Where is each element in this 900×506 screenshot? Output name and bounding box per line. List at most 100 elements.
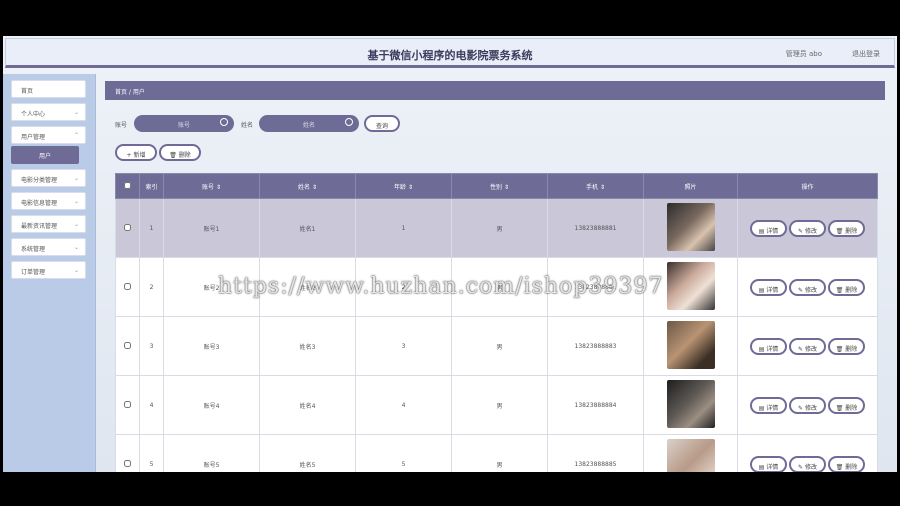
cell-name: 姓名5 [259, 434, 356, 472]
sidebar-item-profile[interactable]: 个人中心 ⌄ [11, 103, 86, 121]
sidebar-item-label: 电影分类管理 [21, 177, 58, 184]
app-screen: 基于微信小程序的电影院票务系统 管理员 abo 退出登录 首页 个人中心 ⌄ 用户… [3, 36, 897, 472]
sidebar-item-label: 用户管理 [21, 134, 46, 141]
sidebar-item-label: 最新资讯管理 [21, 223, 58, 230]
detail-button[interactable]: ▤ 详情 [750, 396, 787, 414]
row-checkbox[interactable] [124, 341, 131, 349]
delete-button[interactable]: 🗑 删除 [828, 337, 865, 355]
column-header-index: 索引 [139, 173, 164, 199]
add-button[interactable]: + 新增 [115, 144, 157, 161]
edit-button[interactable]: ✎ 修改 [789, 337, 826, 355]
cell-age: 3 [355, 316, 452, 376]
edit-button[interactable]: ✎ 修改 [789, 219, 826, 237]
cell-name: 姓名1 [259, 198, 356, 258]
account-search-input[interactable]: 账号 [134, 115, 234, 132]
cell-photo [643, 198, 738, 258]
cell-account: 账号3 [163, 316, 260, 376]
sidebar-item-label: 个人中心 [21, 111, 46, 118]
delete-button[interactable]: 🗑 删除 [828, 278, 865, 296]
name-search-label: 姓名 [241, 122, 254, 129]
delete-button[interactable]: 🗑 删除 [828, 219, 865, 237]
column-header-account[interactable]: 账号 ⇕ [163, 173, 260, 199]
user-photo[interactable] [666, 203, 715, 251]
sidebar-item-system[interactable]: 系统管理 ⌄ [11, 238, 86, 256]
select-all-checkbox[interactable] [124, 181, 131, 189]
cell-phone: 13823888881 [547, 198, 644, 258]
cell-index: 1 [139, 198, 164, 258]
admin-user-label: 管理员 abo [785, 50, 822, 58]
name-search-placeholder: 姓名 [302, 122, 315, 129]
delete-button[interactable]: 🗑 删除 [828, 396, 865, 414]
row-checkbox[interactable] [124, 223, 131, 231]
detail-button[interactable]: ▤ 详情 [750, 455, 787, 472]
cell-index: 3 [139, 316, 164, 376]
chevron-up-icon: ⌃ [73, 132, 79, 139]
chevron-down-icon: ⌄ [73, 267, 79, 274]
edit-button[interactable]: ✎ 修改 [789, 396, 826, 414]
cell-photo [643, 375, 738, 435]
sidebar-subitem-user[interactable]: 用户 [11, 146, 79, 164]
cell-account: 账号5 [163, 434, 260, 472]
edit-button[interactable]: ✎ 修改 [789, 455, 826, 472]
column-header-age[interactable]: 年龄 ⇕ [355, 173, 452, 199]
query-button[interactable]: 查询 [364, 115, 400, 132]
row-checkbox[interactable] [124, 459, 131, 467]
user-photo[interactable] [666, 380, 715, 428]
column-header-name[interactable]: 姓名 ⇕ [259, 173, 356, 199]
cell-gender: 男 [451, 198, 548, 258]
name-search-input[interactable]: 姓名 [259, 115, 359, 132]
cell-age: 4 [355, 375, 452, 435]
table-row[interactable]: 5 账号5 姓名5 5 男 13823888885 ▤ 详情 ✎ 修改 🗑 删除 [115, 434, 878, 472]
logout-link[interactable]: 退出登录 [852, 49, 880, 59]
cell-index: 4 [139, 375, 164, 435]
cell-account: 账号1 [163, 198, 260, 258]
select-all-header[interactable] [115, 173, 140, 199]
cell-gender: 男 [451, 375, 548, 435]
watermark-text: https://www.huzhan.com/ishop39397 [218, 274, 664, 299]
row-select-cell[interactable] [115, 375, 140, 435]
cell-actions: ▤ 详情 ✎ 修改 🗑 删除 [737, 375, 878, 435]
row-select-cell[interactable] [115, 434, 140, 472]
cell-gender: 男 [451, 316, 548, 376]
column-header-gender[interactable]: 性别 ⇕ [451, 173, 548, 199]
row-select-cell[interactable] [115, 257, 140, 317]
row-checkbox[interactable] [124, 282, 131, 290]
user-photo[interactable] [666, 262, 715, 310]
user-photo[interactable] [666, 439, 715, 472]
edit-button[interactable]: ✎ 修改 [789, 278, 826, 296]
cell-actions: ▤ 详情 ✎ 修改 🗑 删除 [737, 198, 878, 258]
sidebar-item-orders[interactable]: 订单管理 ⌄ [11, 261, 86, 279]
account-search-placeholder: 账号 [177, 122, 190, 129]
delete-button[interactable]: 🗑 删除 [828, 455, 865, 472]
detail-button[interactable]: ▤ 详情 [750, 219, 787, 237]
table-row[interactable]: 1 账号1 姓名1 1 男 13823888881 ▤ 详情 ✎ 修改 🗑 删除 [115, 198, 878, 258]
batch-delete-button[interactable]: 🗑 删除 [159, 144, 201, 161]
cell-phone: 13823888883 [547, 316, 644, 376]
breadcrumb: 首页 / 用户 [105, 81, 885, 100]
account-search-label: 账号 [115, 122, 128, 129]
cell-gender: 男 [451, 434, 548, 472]
user-photo[interactable] [666, 321, 715, 369]
sidebar-item-home[interactable]: 首页 [11, 80, 86, 98]
column-header-photo: 照片 [643, 173, 738, 199]
cell-phone: 13823888885 [547, 434, 644, 472]
row-checkbox[interactable] [124, 400, 131, 408]
table-row[interactable]: 4 账号4 姓名4 4 男 13823888884 ▤ 详情 ✎ 修改 🗑 删除 [115, 375, 878, 435]
detail-button[interactable]: ▤ 详情 [750, 278, 787, 296]
column-header-actions: 操作 [737, 173, 878, 199]
video-frame: 基于微信小程序的电影院票务系统 管理员 abo 退出登录 首页 个人中心 ⌄ 用户… [0, 0, 900, 506]
column-header-phone[interactable]: 手机 ⇕ [547, 173, 644, 199]
sidebar-item-user-mgmt[interactable]: 用户管理 ⌃ [11, 126, 86, 144]
sidebar-item-movie-category[interactable]: 电影分类管理 ⌄ [11, 169, 86, 187]
table-row[interactable]: 3 账号3 姓名3 3 男 13823888883 ▤ 详情 ✎ 修改 🗑 删除 [115, 316, 878, 376]
cell-actions: ▤ 详情 ✎ 修改 🗑 删除 [737, 316, 878, 376]
sidebar-item-news[interactable]: 最新资讯管理 ⌄ [11, 215, 86, 233]
cell-photo [643, 434, 738, 472]
sidebar-item-label: 订单管理 [21, 269, 46, 276]
sidebar-item-movie-info[interactable]: 电影信息管理 ⌄ [11, 192, 86, 210]
row-select-cell[interactable] [115, 316, 140, 376]
cell-photo [643, 316, 738, 376]
detail-button[interactable]: ▤ 详情 [750, 337, 787, 355]
sidebar: 首页 个人中心 ⌄ 用户管理 ⌃ 用户 电影分类管理 ⌄ 电影信息管理 ⌄ 最新资讯管理… [3, 74, 96, 472]
row-select-cell[interactable] [115, 198, 140, 258]
